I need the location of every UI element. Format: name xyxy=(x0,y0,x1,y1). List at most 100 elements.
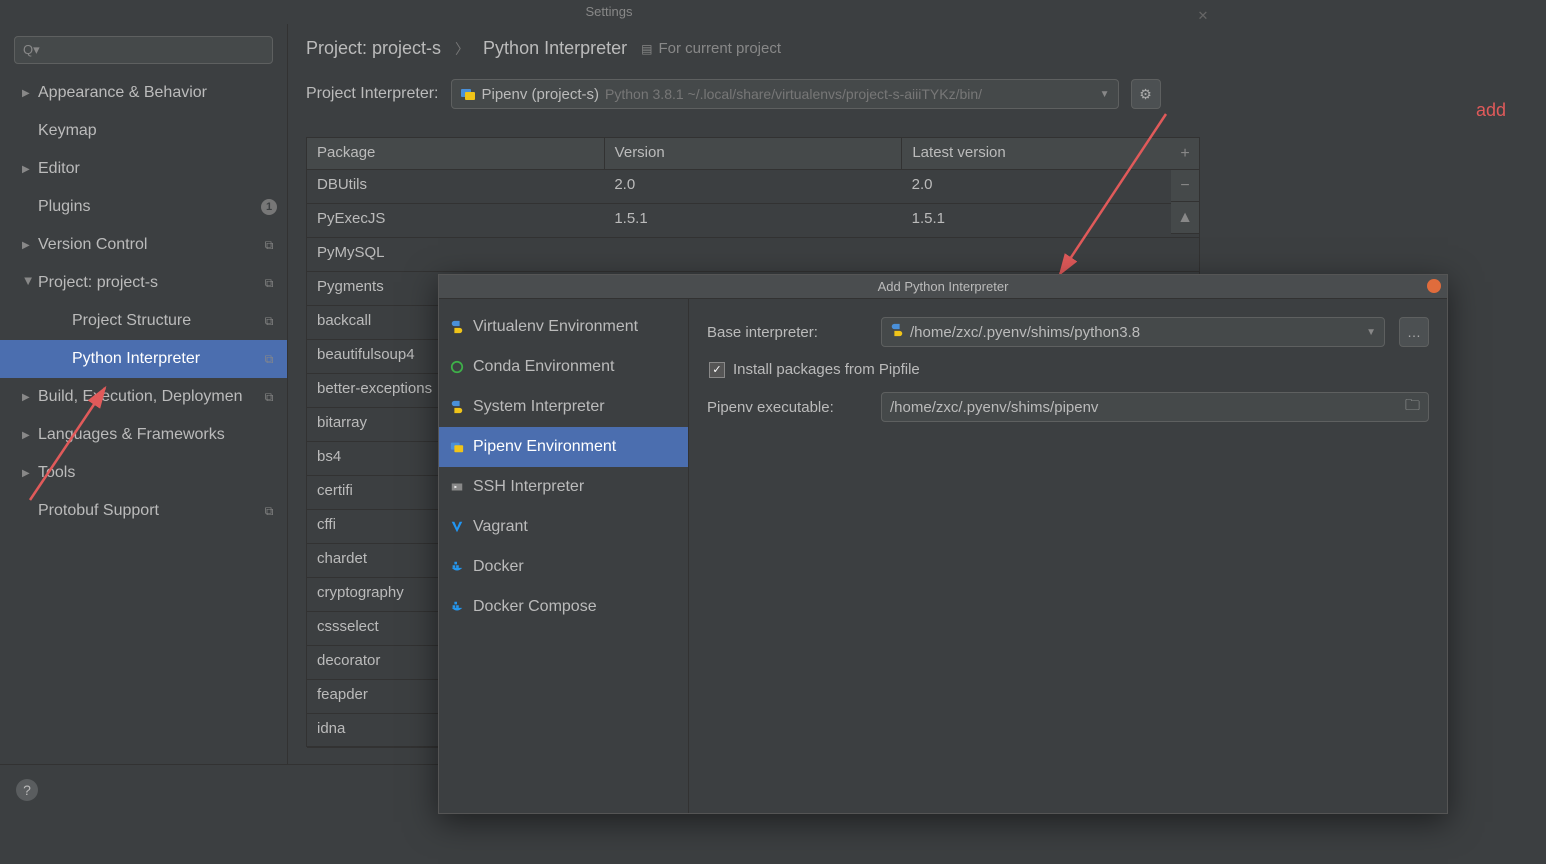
upgrade-package-button[interactable]: ▲ xyxy=(1171,202,1199,234)
sidebar-item-build-execution-deploymen[interactable]: ▶ Build, Execution, Deploymen ⧉ xyxy=(0,378,287,416)
chevron-down-icon: ▼ xyxy=(1366,327,1376,338)
copy-icon: ⧉ xyxy=(261,389,277,405)
breadcrumb: Project: project-s 〉 Python Interpreter … xyxy=(306,38,1200,59)
folder-icon[interactable]: 🗀 xyxy=(1405,395,1420,420)
base-interpreter-select[interactable]: /home/zxc/.pyenv/shims/python3.8 ▼ xyxy=(881,317,1385,347)
env-type-system-interpreter[interactable]: System Interpreter xyxy=(439,387,688,427)
interpreter-select[interactable]: Pipenv (project-s) Python 3.8.1 ~/.local… xyxy=(451,79,1119,109)
package-version xyxy=(604,238,901,271)
package-name: PyExecJS xyxy=(307,204,604,237)
settings-titlebar: Settings ✕ xyxy=(0,0,1218,24)
search-input[interactable]: Q▾ xyxy=(14,36,273,64)
sidebar-item-label: Appearance & Behavior xyxy=(38,84,207,102)
env-type-pipenv-environment[interactable]: Pipenv Environment xyxy=(439,427,688,467)
sidebar-item-appearance-behavior[interactable]: ▶ Appearance & Behavior xyxy=(0,74,287,112)
environment-type-list: Virtualenv Environment Conda Environment S… xyxy=(439,299,689,813)
env-type-ssh-interpreter[interactable]: SSH Interpreter xyxy=(439,467,688,507)
sidebar-item-label: Version Control xyxy=(38,236,147,254)
interpreter-name: Pipenv (project-s) xyxy=(482,86,600,103)
table-row[interactable]: PyMySQL xyxy=(307,238,1199,272)
package-version: 1.5.1 xyxy=(604,204,901,237)
help-button[interactable]: ? xyxy=(16,779,38,801)
sidebar-item-label: Languages & Frameworks xyxy=(38,426,225,444)
add-package-button[interactable]: + xyxy=(1171,138,1199,170)
dialog-close-button[interactable] xyxy=(1427,279,1441,293)
column-version[interactable]: Version xyxy=(605,138,903,169)
env-type-docker[interactable]: Docker xyxy=(439,547,688,587)
copy-icon: ⧉ xyxy=(261,237,277,253)
sidebar-item-plugins[interactable]: Plugins1 xyxy=(0,188,287,226)
python-icon xyxy=(890,323,904,341)
sidebar-item-project-project-s[interactable]: ▶Project: project-s⧉ xyxy=(0,264,287,302)
base-interpreter-label: Base interpreter: xyxy=(707,324,867,341)
env-type-virtualenv-environment[interactable]: Virtualenv Environment xyxy=(439,307,688,347)
table-row[interactable]: PyExecJS1.5.11.5.1 xyxy=(307,204,1199,238)
breadcrumb-page: Python Interpreter xyxy=(483,38,627,59)
env-type-docker-compose[interactable]: Docker Compose xyxy=(439,587,688,627)
expand-arrow-icon: ▶ xyxy=(22,88,34,99)
badge-count: 1 xyxy=(261,199,277,215)
pipenv-icon xyxy=(449,439,465,455)
interpreter-path: Python 3.8.1 ~/.local/share/virtualenvs/… xyxy=(605,86,1094,102)
browse-base-button[interactable]: … xyxy=(1399,317,1429,347)
expand-arrow-icon: ▶ xyxy=(23,277,34,289)
sidebar-item-python-interpreter[interactable]: Python Interpreter ⧉ xyxy=(0,340,287,378)
package-latest: 2.0 xyxy=(902,170,1199,203)
column-latest[interactable]: Latest version xyxy=(902,138,1199,169)
expand-arrow-icon: ▶ xyxy=(22,430,34,441)
sidebar-item-label: Build, Execution, Deploymen xyxy=(38,388,243,406)
docker-icon xyxy=(449,599,465,615)
env-type-vagrant[interactable]: Vagrant xyxy=(439,507,688,547)
column-package[interactable]: Package xyxy=(307,138,605,169)
ssh-icon xyxy=(449,479,465,495)
env-type-label: Virtualenv Environment xyxy=(473,318,638,336)
install-packages-label: Install packages from Pipfile xyxy=(733,361,920,378)
copy-icon: ⧉ xyxy=(261,503,277,519)
install-packages-checkbox[interactable]: ✓ xyxy=(709,362,725,378)
packages-header: Package Version Latest version xyxy=(307,138,1199,170)
close-icon[interactable]: ✕ xyxy=(1196,4,1210,18)
sidebar-item-label: Tools xyxy=(38,464,75,482)
expand-arrow-icon: ▶ xyxy=(22,164,34,175)
sidebar-item-tools[interactable]: ▶ Tools xyxy=(0,454,287,492)
table-row[interactable]: DBUtils2.02.0 xyxy=(307,170,1199,204)
settings-title: Settings xyxy=(586,4,633,19)
package-version: 2.0 xyxy=(604,170,901,203)
sidebar-item-project-structure[interactable]: Project Structure ⧉ xyxy=(0,302,287,340)
expand-arrow-icon: ▶ xyxy=(22,468,34,479)
document-icon: ▤ xyxy=(641,42,652,56)
expand-arrow-icon: ▶ xyxy=(22,240,34,251)
docker-icon xyxy=(449,559,465,575)
env-type-label: Pipenv Environment xyxy=(473,438,616,456)
breadcrumb-separator-icon: 〉 xyxy=(455,39,469,59)
sidebar-item-version-control[interactable]: ▶ Version Control ⧉ xyxy=(0,226,287,264)
sidebar-item-label: Editor xyxy=(38,160,80,178)
add-interpreter-dialog: Add Python Interpreter Virtualenv Enviro… xyxy=(438,274,1448,814)
copy-icon: ⧉ xyxy=(261,275,277,291)
sidebar-item-languages-frameworks[interactable]: ▶ Languages & Frameworks xyxy=(0,416,287,454)
copy-icon: ⧉ xyxy=(261,351,277,367)
env-type-label: SSH Interpreter xyxy=(473,478,584,496)
interpreter-settings-button[interactable]: ⚙ xyxy=(1131,79,1161,109)
vagrant-icon xyxy=(449,519,465,535)
env-type-label: Vagrant xyxy=(473,518,528,536)
package-name: PyMySQL xyxy=(307,238,604,271)
dialog-title: Add Python Interpreter xyxy=(878,279,1009,294)
sidebar-item-label: Project Structure xyxy=(72,312,191,330)
pipenv-executable-input[interactable]: /home/zxc/.pyenv/shims/pipenv 🗀 xyxy=(881,392,1429,422)
env-type-label: Docker Compose xyxy=(473,598,597,616)
settings-sidebar: Q▾ ▶ Appearance & Behavior Keymap ▶ Editor Pl… xyxy=(0,24,288,814)
sidebar-item-editor[interactable]: ▶ Editor xyxy=(0,150,287,188)
sidebar-item-label: Protobuf Support xyxy=(38,502,159,520)
search-field[interactable] xyxy=(44,43,264,58)
sidebar-item-protobuf-support[interactable]: Protobuf Support ⧉ xyxy=(0,492,287,530)
copy-icon: ⧉ xyxy=(261,313,277,329)
env-type-label: System Interpreter xyxy=(473,398,605,416)
expand-arrow-icon: ▶ xyxy=(22,392,34,403)
package-name: DBUtils xyxy=(307,170,604,203)
sidebar-item-label: Python Interpreter xyxy=(72,350,200,368)
remove-package-button[interactable]: − xyxy=(1171,170,1199,202)
package-latest: 1.5.1 xyxy=(902,204,1199,237)
env-type-conda-environment[interactable]: Conda Environment xyxy=(439,347,688,387)
sidebar-item-keymap[interactable]: Keymap xyxy=(0,112,287,150)
